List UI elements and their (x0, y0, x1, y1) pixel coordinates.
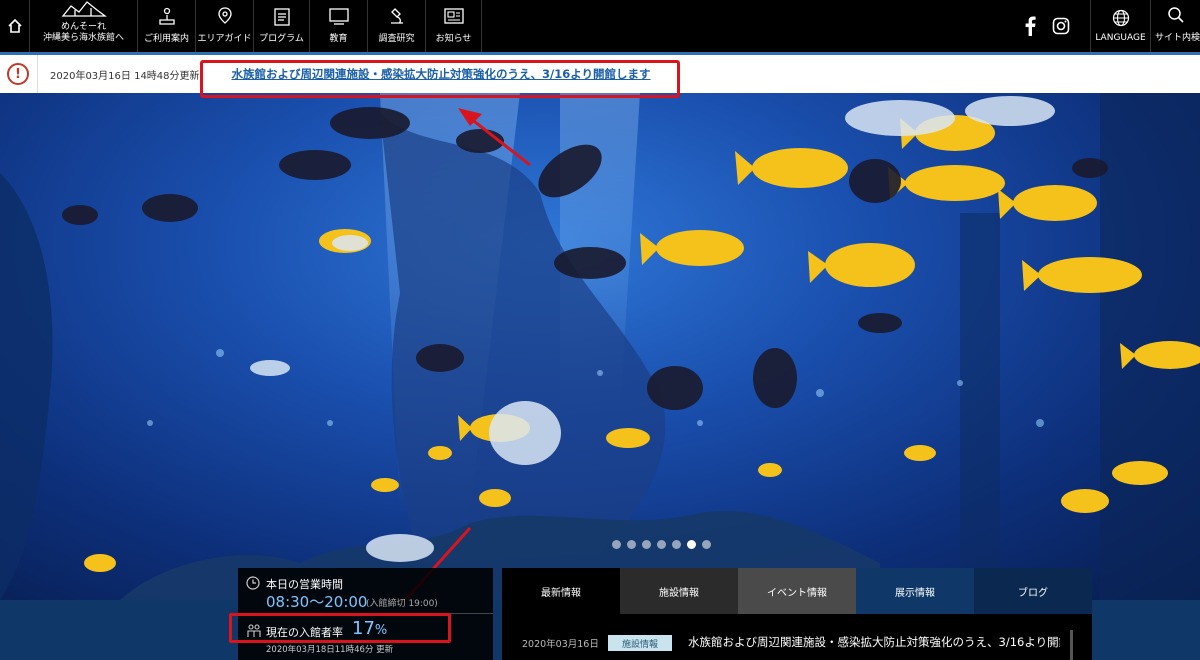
news-scrollbar[interactable] (1070, 630, 1073, 660)
hours-label: 本日の営業時間 (266, 578, 343, 591)
tab-latest[interactable]: 最新情報 (502, 568, 620, 614)
highlight-box-notice (200, 60, 680, 98)
tab-exhibits[interactable]: 展示情報 (856, 568, 974, 614)
highlight-box-visitors (229, 613, 451, 643)
opening-hours: 本日の営業時間 08:30〜20:00 (入館締切 19:00) (238, 568, 493, 614)
news-item-category: 施設情報 (608, 635, 672, 651)
news-list: 2020年03月16日 施設情報 水族館および周辺関連施設・感染拡大防止対策強化… (502, 614, 1092, 660)
annotation-arrows (388, 108, 531, 620)
visitor-rate-updated: 2020年03月18日11時46分 更新 (266, 645, 394, 655)
news-item-title[interactable]: 水族館および周辺関連施設・感染拡大防止対策強化のうえ、3/16より開館しま (688, 634, 1060, 650)
tab-events[interactable]: イベント情報 (738, 568, 856, 614)
news-tabs: 最新情報 施設情報 イベント情報 展示情報 ブログ (502, 568, 1092, 614)
hours-last-entry: (入館締切 19:00) (366, 599, 438, 609)
news-panel: 最新情報 施設情報 イベント情報 展示情報 ブログ 2020年03月16日 施設… (502, 568, 1092, 660)
tab-facility[interactable]: 施設情報 (620, 568, 738, 614)
clock-icon (246, 576, 260, 590)
hours-time: 08:30〜20:00 (266, 593, 368, 611)
tab-blog[interactable]: ブログ (974, 568, 1092, 614)
news-item-date: 2020年03月16日 (522, 639, 599, 650)
